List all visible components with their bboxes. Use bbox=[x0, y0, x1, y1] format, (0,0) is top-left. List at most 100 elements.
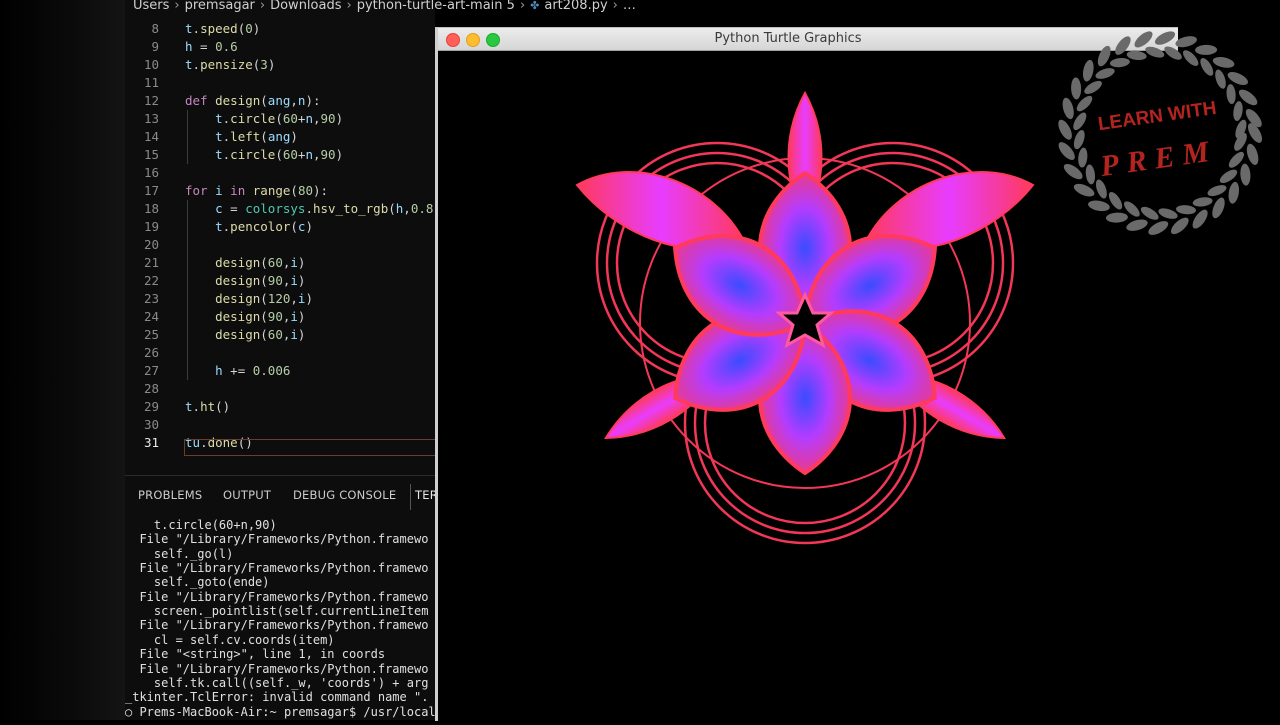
breadcrumb-more[interactable]: … bbox=[623, 0, 636, 13]
code-text: t.left(ang) bbox=[215, 129, 298, 144]
line-number: 12 bbox=[143, 93, 159, 108]
laurel-leaf bbox=[1126, 219, 1148, 231]
line-number: 16 bbox=[143, 165, 159, 180]
laurel-leaf bbox=[1082, 59, 1094, 82]
breadcrumb-item-file[interactable]: art208.py bbox=[544, 0, 607, 13]
code-line[interactable]: 12 def design(ang,n): bbox=[125, 92, 435, 110]
terminal-line: File "/Library/Frameworks/Python.framewo bbox=[125, 618, 429, 633]
code-line[interactable]: 19 t.pencolor(c) bbox=[125, 218, 435, 236]
logo-line2: PREM bbox=[1097, 134, 1218, 183]
terminal-line: screen._pointlist(self.currentLineItem bbox=[125, 604, 429, 619]
terminal-output[interactable]: t.circle(60+n,90) File "/Library/Framewo… bbox=[125, 518, 435, 720]
code-text: design(90,i) bbox=[215, 309, 306, 324]
laurel-leaf bbox=[1246, 143, 1259, 166]
terminal-line: File "/Library/Frameworks/Python.framewo bbox=[125, 532, 429, 547]
code-line[interactable]: 27 h += 0.006 bbox=[125, 362, 435, 380]
chevron-right-icon: › bbox=[346, 0, 352, 13]
breadcrumb-item-downloads[interactable]: Downloads bbox=[270, 0, 341, 13]
code-text: c = colorsys.hsv_to_rgb(h,0.8, bbox=[215, 201, 441, 216]
terminal-line: cl = self.cv.coords(item) bbox=[125, 632, 335, 647]
code-line[interactable]: 15 t.circle(60+n,90) bbox=[125, 146, 435, 164]
terminal-line: File "/Library/Frameworks/Python.framewo bbox=[125, 561, 429, 576]
line-number: 18 bbox=[143, 201, 159, 216]
code-text: h = 0.6 bbox=[185, 39, 238, 54]
tab-debug-console[interactable]: DEBUG CONSOLE bbox=[293, 488, 396, 502]
laurel-leaf bbox=[1062, 97, 1074, 120]
logo-line1: LEARN WITH bbox=[1097, 98, 1218, 135]
window-title: Python Turtle Graphics bbox=[714, 31, 862, 46]
tab-output[interactable]: OUTPUT bbox=[223, 488, 271, 502]
panel-tabs: PROBLEMS OUTPUT DEBUG CONSOLE TER bbox=[125, 475, 438, 514]
line-number: 29 bbox=[143, 399, 159, 414]
laurel-leaf bbox=[1200, 58, 1214, 76]
code-line[interactable]: 30 bbox=[125, 416, 435, 434]
breadcrumb: Users › premsagar › Downloads › python-turtle-… bbox=[133, 0, 636, 14]
code-line[interactable]: 17 for i in range(80): bbox=[125, 182, 435, 200]
code-line[interactable]: 24 design(90,i) bbox=[125, 308, 435, 326]
laurel-leaf bbox=[1226, 84, 1236, 105]
laurel-leaf bbox=[1105, 212, 1128, 223]
code-line[interactable]: 25 design(60,i) bbox=[125, 326, 435, 344]
code-text: design(90,i) bbox=[215, 273, 306, 288]
line-number: 27 bbox=[143, 363, 159, 378]
code-line[interactable]: 23 design(120,i) bbox=[125, 290, 435, 308]
line-number: 30 bbox=[143, 417, 159, 432]
laurel-leaf bbox=[1109, 58, 1130, 68]
code-line[interactable]: 8 t.speed(0) bbox=[125, 20, 435, 38]
indent-guide bbox=[187, 344, 188, 362]
terminal-line: File "/Library/Frameworks/Python.framewo bbox=[125, 661, 429, 676]
learn-with-prem-logo: LEARN WITH PREM bbox=[1058, 31, 1262, 235]
tab-problems[interactable]: PROBLEMS bbox=[138, 488, 202, 502]
line-number: 20 bbox=[143, 237, 159, 252]
laurel-leaf bbox=[1088, 200, 1110, 212]
breadcrumb-item-users[interactable]: Users bbox=[133, 0, 169, 13]
breadcrumb-item-premsagar[interactable]: premsagar bbox=[185, 0, 255, 13]
line-number: 14 bbox=[143, 129, 159, 144]
code-line[interactable]: 26 bbox=[125, 344, 435, 362]
code-line[interactable]: 20 bbox=[125, 236, 435, 254]
line-number: 28 bbox=[143, 381, 159, 396]
code-line[interactable]: 10 t.pensize(3) bbox=[125, 56, 435, 74]
code-text: h += 0.006 bbox=[215, 363, 291, 378]
line-number: 11 bbox=[143, 75, 159, 90]
code-line[interactable]: 16 bbox=[125, 164, 435, 182]
code-line[interactable]: 29 t.ht() bbox=[125, 398, 435, 416]
code-line[interactable]: 9 h = 0.6 bbox=[125, 38, 435, 56]
laurel-leaf bbox=[1212, 197, 1225, 219]
code-line[interactable]: 28 bbox=[125, 380, 435, 398]
code-line[interactable]: 22 design(90,i) bbox=[125, 272, 435, 290]
line-number: 22 bbox=[143, 273, 159, 288]
laurel-leaf bbox=[1071, 77, 1082, 100]
terminal-line: _tkinter.TclError: invalid command name … bbox=[125, 690, 429, 705]
current-line-highlight bbox=[184, 439, 435, 456]
code-text: t.circle(60+n,90) bbox=[215, 111, 344, 126]
tab-terminal[interactable]: TER bbox=[410, 484, 438, 510]
chevron-right-icon: › bbox=[612, 0, 618, 13]
terminal-line: self._go(l) bbox=[125, 546, 234, 561]
code-text: design(120,i) bbox=[215, 291, 313, 306]
terminal-line: File "/Library/Frameworks/Python.framewo bbox=[125, 589, 429, 604]
laurel-leaf bbox=[1215, 69, 1226, 89]
line-number: 15 bbox=[143, 147, 159, 162]
laurel-leaf bbox=[1058, 119, 1072, 140]
code-line[interactable]: 11 bbox=[125, 74, 435, 92]
chevron-right-icon: › bbox=[259, 0, 266, 13]
code-line[interactable]: 13 t.circle(60+n,90) bbox=[125, 110, 435, 128]
laurel-leaf bbox=[1085, 164, 1096, 185]
chevron-right-icon: › bbox=[519, 0, 526, 13]
line-number: 8 bbox=[151, 21, 159, 36]
code-line[interactable]: 21 design(60,i) bbox=[125, 254, 435, 272]
code-text: def design(ang,n): bbox=[185, 93, 321, 108]
code-text: for i in range(80): bbox=[185, 183, 329, 198]
background-blur-area bbox=[0, 0, 125, 720]
code-text: t.pencolor(c) bbox=[215, 219, 313, 234]
laurel-leaf bbox=[1126, 50, 1147, 61]
line-number: 9 bbox=[151, 39, 159, 54]
code-line[interactable]: 14 t.left(ang) bbox=[125, 128, 435, 146]
laurel-leaf bbox=[1233, 101, 1243, 122]
laurel-leaf bbox=[1176, 205, 1196, 215]
breadcrumb-item-folder[interactable]: python-turtle-art-main 5 bbox=[357, 0, 515, 13]
code-line[interactable]: 18 c = colorsys.hsv_to_rgb(h,0.8, bbox=[125, 200, 441, 218]
code-text: t.ht() bbox=[185, 399, 231, 414]
line-number: 10 bbox=[143, 57, 159, 72]
